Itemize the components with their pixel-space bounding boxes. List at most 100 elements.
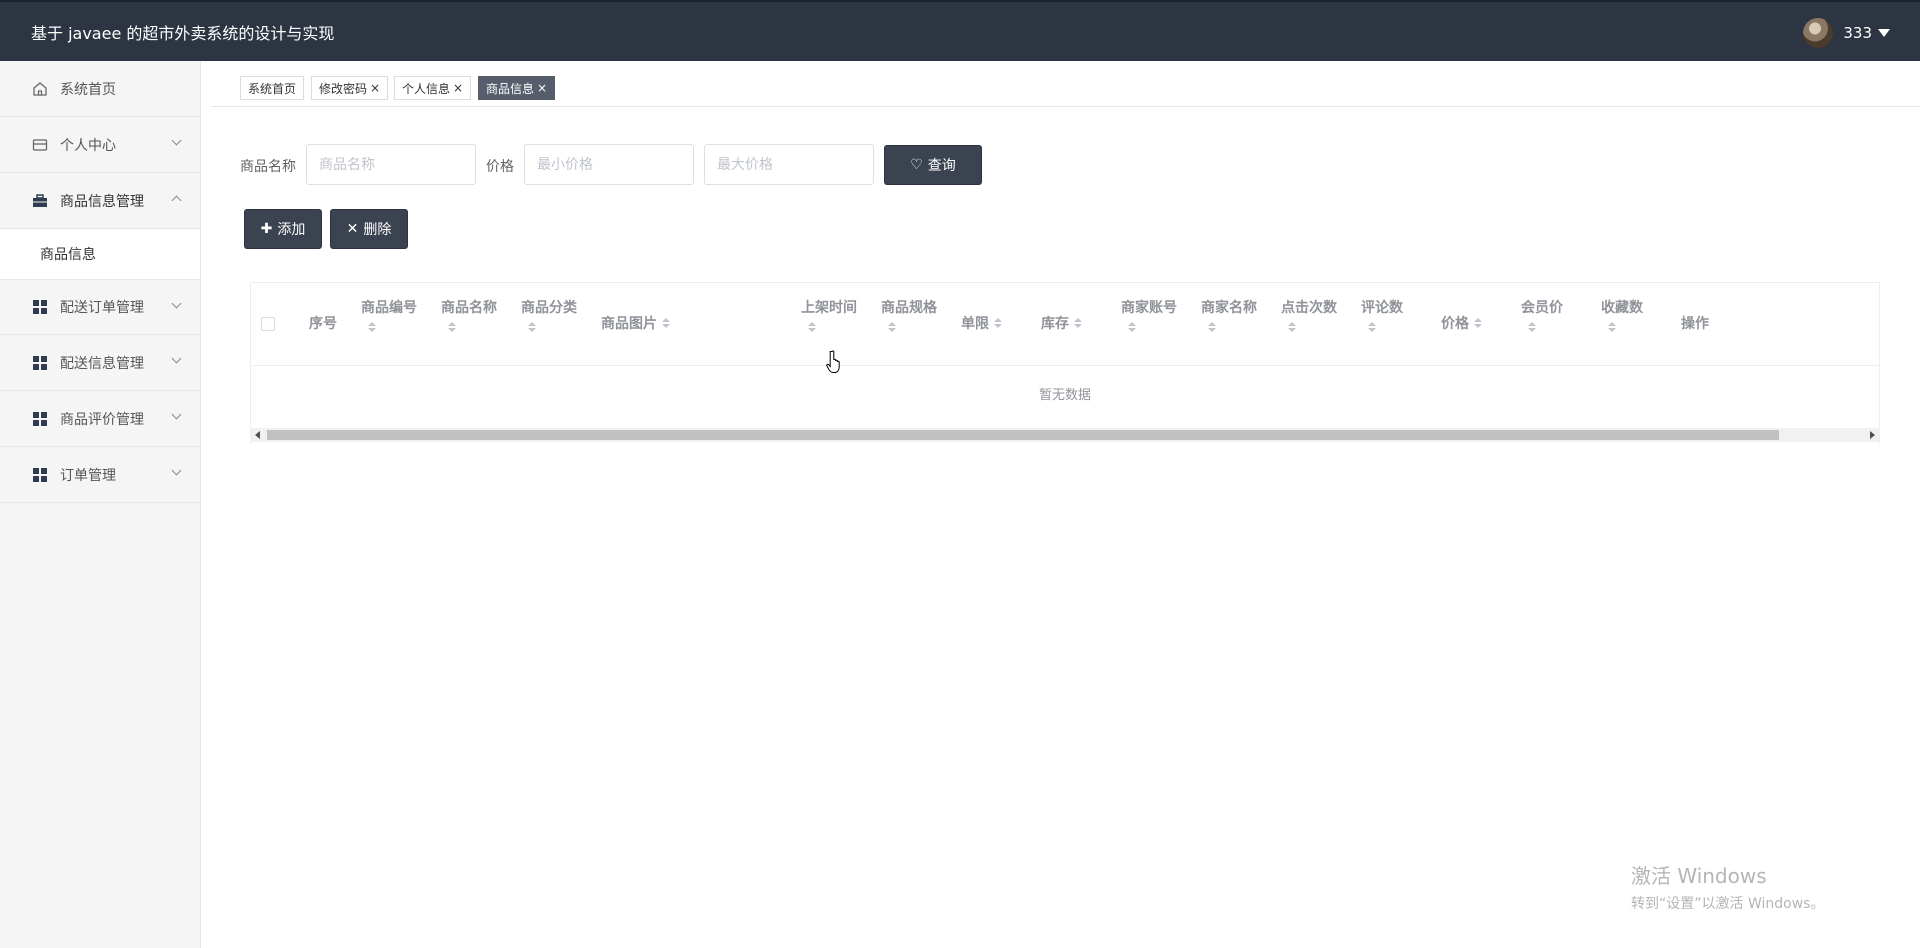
- column-header-label: 评论数: [1361, 300, 1403, 316]
- column-header-sortable[interactable]: 收藏数: [1601, 298, 1643, 334]
- column-header-sortable[interactable]: 会员价: [1521, 298, 1563, 334]
- column-header: 操作: [1681, 316, 1709, 332]
- sidebar-item-label: 配送订单管理: [60, 300, 144, 316]
- tab-label: 个人信息: [402, 81, 451, 96]
- briefcase-icon: [31, 192, 49, 210]
- data-table: 序号 商品编号 商品名称 商品分类 商品图片 上架时间 商品规格 单限 库存 商…: [250, 282, 1880, 444]
- sort-icon[interactable]: [1527, 322, 1537, 334]
- watermark-subtitle: 转到“设置”以激活 Windows。: [1631, 896, 1825, 912]
- column-header-sortable[interactable]: 商家账号: [1121, 298, 1177, 334]
- sidebar-subitem-product-info[interactable]: 商品信息: [0, 229, 200, 279]
- tab-product-info[interactable]: 商品信息 ×: [478, 76, 556, 100]
- chevron-down-icon: [171, 353, 182, 364]
- close-icon[interactable]: ×: [370, 81, 380, 95]
- chevron-down-icon: [171, 465, 182, 476]
- table-header: 序号 商品编号 商品名称 商品分类 商品图片 上架时间 商品规格 单限 库存 商…: [251, 283, 1879, 366]
- chevron-down-icon: [171, 298, 182, 309]
- column-header-sortable[interactable]: 商品名称: [441, 298, 497, 334]
- sort-icon[interactable]: [807, 322, 817, 334]
- tab-label: 商品信息: [486, 81, 535, 96]
- column-header-sortable[interactable]: 评论数: [1361, 298, 1403, 334]
- sort-icon[interactable]: [887, 322, 897, 334]
- sidebar-item-label: 系统首页: [60, 81, 116, 98]
- sidebar-item-product-management[interactable]: 商品信息管理: [0, 173, 200, 229]
- sidebar-item-profile[interactable]: 个人中心: [0, 117, 200, 173]
- delete-button[interactable]: ✕ 删除: [330, 209, 408, 249]
- close-icon[interactable]: ×: [537, 81, 547, 95]
- sort-icon[interactable]: [527, 322, 537, 334]
- empty-text: 暂无数据: [1038, 388, 1091, 403]
- sort-icon[interactable]: [367, 322, 377, 334]
- user-menu[interactable]: 333: [1803, 18, 1890, 48]
- close-icon: ✕: [346, 221, 359, 237]
- column-header-sortable[interactable]: 商家名称: [1201, 298, 1257, 334]
- sidebar-item-label: 个人中心: [60, 137, 116, 154]
- column-header: 序号: [309, 316, 337, 332]
- column-header-sortable[interactable]: 商品分类: [521, 298, 577, 334]
- column-header-sortable[interactable]: 库存: [1041, 314, 1083, 334]
- close-icon[interactable]: ×: [453, 81, 463, 95]
- tab-home[interactable]: 系统首页: [240, 76, 305, 100]
- sidebar-item-label: 订单管理: [60, 467, 116, 484]
- sort-icon[interactable]: [1127, 322, 1137, 334]
- sort-icon[interactable]: [1367, 322, 1377, 334]
- column-header-label: 商家账号: [1121, 300, 1177, 316]
- tab-change-password[interactable]: 修改密码 ×: [311, 76, 389, 100]
- price-label: 价格: [486, 159, 514, 175]
- column-header-sortable[interactable]: 价格: [1441, 314, 1483, 334]
- column-header-label: 上架时间: [801, 300, 857, 316]
- username[interactable]: 333: [1843, 24, 1872, 42]
- tab-bar: 系统首页 修改密码 × 个人信息 × 商品信息 ×: [211, 68, 1920, 107]
- card-icon: [31, 136, 49, 154]
- home-icon: [31, 80, 49, 98]
- sidebar-item-orders[interactable]: 订单管理: [0, 447, 200, 503]
- sidebar-item-delivery-info[interactable]: 配送信息管理: [0, 335, 200, 391]
- scroll-left-icon[interactable]: [255, 431, 260, 439]
- sidebar-item-home[interactable]: 系统首页: [0, 61, 200, 117]
- sort-icon[interactable]: [1207, 322, 1217, 334]
- max-price-input[interactable]: [704, 144, 874, 185]
- query-label: 查询: [927, 158, 956, 174]
- sidebar-item-delivery-orders[interactable]: 配送订单管理: [0, 279, 200, 335]
- scrollbar-thumb[interactable]: [267, 430, 1779, 440]
- chevron-down-icon: [171, 409, 182, 420]
- sidebar-item-product-reviews[interactable]: 商品评价管理: [0, 391, 200, 447]
- column-header-label: 商品编号: [361, 300, 417, 316]
- sort-icon[interactable]: [1287, 322, 1297, 334]
- sort-icon[interactable]: [661, 318, 671, 330]
- grid-icon: [31, 298, 49, 316]
- product-name-input[interactable]: [306, 144, 476, 185]
- top-bar: 基于 javaee 的超市外卖系统的设计与实现 333: [0, 0, 1920, 61]
- column-header-sortable[interactable]: 点击次数: [1281, 298, 1337, 334]
- column-header-label: 收藏数: [1601, 300, 1643, 316]
- min-price-input[interactable]: [524, 144, 694, 185]
- sort-icon[interactable]: [1073, 318, 1083, 330]
- tab-label: 修改密码: [319, 81, 368, 96]
- query-button[interactable]: ♡ 查询: [884, 145, 982, 185]
- sort-icon[interactable]: [1473, 318, 1483, 330]
- column-header-label: 单限: [961, 316, 989, 332]
- column-header-label: 商品分类: [521, 300, 577, 316]
- column-header-label: 价格: [1441, 316, 1469, 332]
- sidebar-item-label: 配送信息管理: [60, 355, 144, 372]
- sort-icon[interactable]: [447, 322, 457, 334]
- grid-icon: [31, 466, 49, 484]
- column-header-sortable[interactable]: 商品规格: [881, 298, 937, 334]
- chevron-down-icon: [171, 135, 182, 146]
- column-header-sortable[interactable]: 商品编号: [361, 298, 417, 334]
- scroll-right-icon[interactable]: [1870, 431, 1875, 439]
- column-header-sortable[interactable]: 上架时间: [801, 298, 857, 334]
- column-header-sortable[interactable]: 单限: [961, 314, 1003, 334]
- horizontal-scrollbar[interactable]: [250, 428, 1880, 442]
- caret-down-icon[interactable]: [1878, 29, 1890, 37]
- column-header-label: 商品规格: [881, 300, 937, 316]
- tab-personal-info[interactable]: 个人信息 ×: [394, 76, 472, 100]
- avatar[interactable]: [1803, 18, 1834, 48]
- add-button[interactable]: ✚ 添加: [244, 209, 322, 249]
- column-header-sortable[interactable]: 商品图片: [601, 314, 671, 334]
- sort-icon[interactable]: [1607, 322, 1617, 334]
- windows-activation-watermark: 激活 Windows 转到“设置”以激活 Windows。: [1631, 860, 1824, 913]
- add-label: 添加: [277, 222, 306, 238]
- select-all-checkbox[interactable]: [261, 317, 275, 331]
- sort-icon[interactable]: [993, 318, 1003, 330]
